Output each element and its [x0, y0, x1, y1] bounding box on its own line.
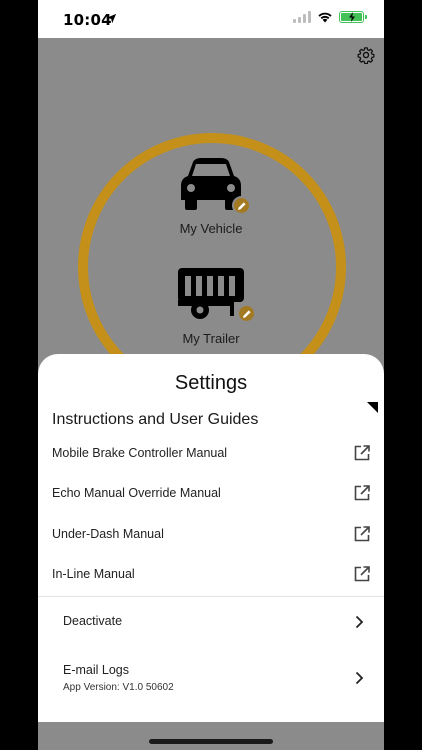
my-trailer-card[interactable]: My Trailer [38, 266, 384, 346]
deactivate-label: Deactivate [63, 614, 123, 628]
manual-item-mobile-brake-controller[interactable]: Mobile Brake Controller Manual [38, 433, 384, 473]
edit-vehicle-button[interactable] [232, 196, 251, 215]
manual-item-label: In-Line Manual [52, 567, 135, 581]
wifi-icon [318, 12, 332, 23]
external-link-icon [354, 445, 370, 461]
external-link-icon [354, 485, 370, 501]
status-time: 10:04 [63, 11, 112, 29]
manual-item-label: Mobile Brake Controller Manual [52, 446, 228, 460]
status-bar: 10:04 [38, 0, 384, 38]
pencil-icon [242, 309, 251, 318]
app-screen: 10:04 My Vehicle My Trailer Settings Ins… [38, 0, 384, 750]
edit-trailer-button[interactable] [237, 304, 256, 323]
manual-item-in-line[interactable]: In-Line Manual [38, 554, 384, 594]
battery-charging-icon [339, 11, 367, 23]
section-title: Instructions and User Guides [52, 411, 259, 428]
corner-triangle-icon [367, 402, 378, 413]
deactivate-button[interactable]: Deactivate [38, 597, 384, 647]
sheet-title: Settings [174, 372, 248, 394]
chevron-right-icon [355, 671, 364, 685]
manual-item-under-dash[interactable]: Under-Dash Manual [38, 514, 384, 554]
my-trailer-label: My Trailer [182, 331, 240, 346]
trailer-icon [178, 268, 244, 319]
manual-item-label: Echo Manual Override Manual [52, 486, 221, 500]
manual-item-echo-manual-override[interactable]: Echo Manual Override Manual [38, 473, 384, 513]
manual-item-label: Under-Dash Manual [52, 527, 164, 541]
home-indicator[interactable] [149, 739, 273, 744]
location-arrow-icon [106, 13, 117, 24]
external-link-icon [354, 566, 370, 582]
email-logs-label: E-mail Logs [63, 663, 129, 677]
app-version-text: App Version: V1.0 50602 [63, 682, 174, 693]
bottom-backdrop [38, 722, 384, 750]
my-vehicle-label: My Vehicle [179, 221, 243, 236]
settings-sheet: Settings Instructions and User Guides Mo… [38, 354, 384, 722]
status-indicators [293, 11, 367, 23]
my-vehicle-card[interactable]: My Vehicle [38, 156, 384, 236]
chevron-right-icon [355, 615, 364, 629]
external-link-icon [354, 526, 370, 542]
gear-icon[interactable] [357, 46, 375, 64]
email-logs-button[interactable]: E-mail Logs App Version: V1.0 50602 [38, 649, 384, 709]
signal-icon [293, 11, 311, 23]
pencil-icon [237, 201, 246, 210]
